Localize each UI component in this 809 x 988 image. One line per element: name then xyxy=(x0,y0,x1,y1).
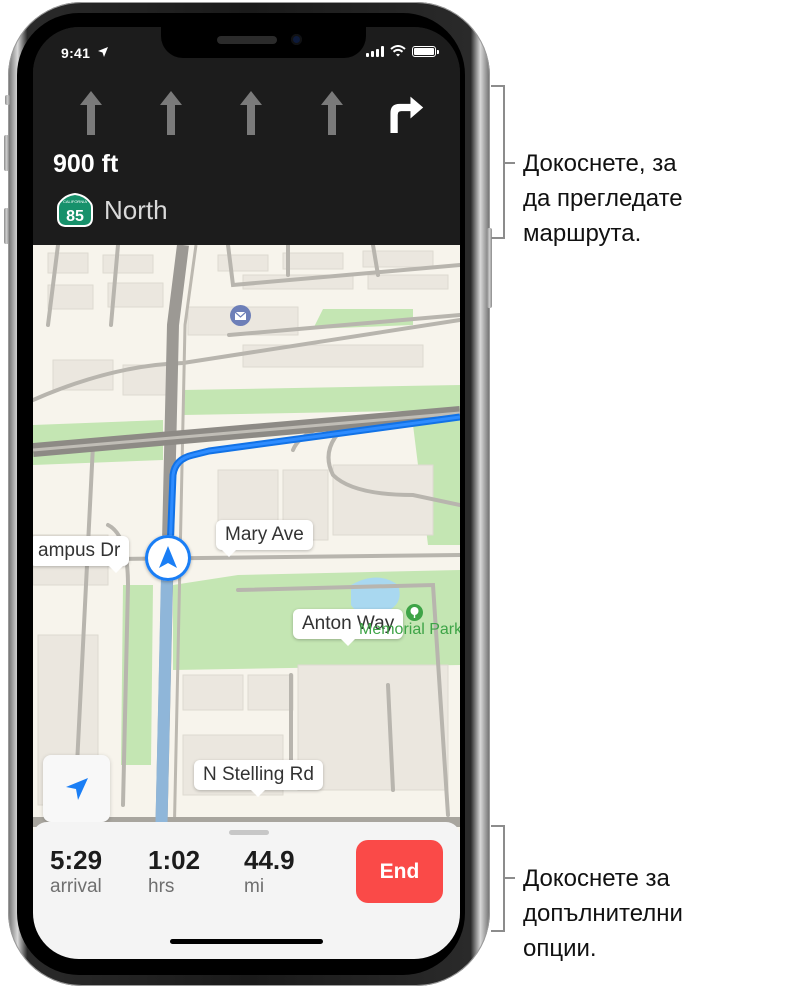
location-arrow-icon xyxy=(65,777,88,800)
distance-value: 44.9 xyxy=(244,845,295,875)
park-tree-icon[interactable] xyxy=(406,604,423,621)
status-indicators xyxy=(366,45,439,57)
battery-icon xyxy=(412,45,439,57)
annotation-line: Докоснете, за xyxy=(523,150,677,177)
bracket-top-tick xyxy=(505,162,515,164)
lane-straight-arrow-icon xyxy=(240,91,262,135)
arrival-time: 5:29 xyxy=(50,845,103,875)
location-arrow-icon xyxy=(98,47,108,57)
poi-label-memorial-park[interactable]: Memorial Park xyxy=(359,621,460,639)
mail-icon[interactable] xyxy=(230,305,251,326)
phone-screen: 900 ft CALIFORNIA 85 North ampus Dr Mary… xyxy=(33,27,460,959)
street-label-mary-ave: Mary Ave xyxy=(216,520,313,557)
route-traveled xyxy=(155,574,173,845)
track-location-button[interactable] xyxy=(43,755,110,822)
shield-number: 85 xyxy=(66,208,84,225)
duration-label: hrs xyxy=(148,876,175,897)
annotation-line: да прегледате xyxy=(523,185,683,212)
lane-straight-arrow-icon xyxy=(80,91,102,135)
annotation-line: маршрута. xyxy=(523,220,642,247)
end-route-button[interactable]: End xyxy=(356,840,443,903)
annotation-line: Докоснете за xyxy=(523,865,670,892)
card-grabber-handle[interactable] xyxy=(229,830,269,835)
cellular-signal-icon xyxy=(366,45,384,57)
annotation-line: допълнителни xyxy=(523,900,683,927)
wifi-icon xyxy=(390,45,406,57)
bracket-bottom-tick xyxy=(505,877,515,879)
highway-shield-icon: CALIFORNIA 85 xyxy=(57,193,93,227)
silent-switch xyxy=(5,95,10,105)
shield-state: CALIFORNIA xyxy=(63,199,87,204)
duration-value: 1:02 xyxy=(148,845,201,875)
status-bar: 9:41 xyxy=(33,27,460,71)
road-row: CALIFORNIA 85 North xyxy=(55,192,168,228)
arrival-label: arrival xyxy=(50,876,102,897)
turn-right-arrow-icon xyxy=(390,96,424,133)
distance-stat: 44.9 mi xyxy=(244,847,295,896)
volume-down-button xyxy=(4,208,9,244)
annotation-line: опции. xyxy=(523,935,597,962)
side-button xyxy=(487,228,492,308)
annotation-tap-for-more-options: Докоснете за допълнителни опции. xyxy=(523,861,683,966)
maneuver-distance: 900 ft xyxy=(53,150,119,178)
street-label-n-stelling-rd: N Stelling Rd xyxy=(194,760,323,797)
lane-straight-arrow-icon xyxy=(321,91,343,135)
status-time: 9:41 xyxy=(61,45,91,61)
bracket-bottom xyxy=(491,825,505,932)
bracket-top xyxy=(491,85,505,239)
lane-straight-arrow-icon xyxy=(160,91,182,135)
arrival-stat: 5:29 arrival xyxy=(50,847,102,896)
volume-up-button xyxy=(4,135,9,171)
navigation-arrow-icon xyxy=(159,546,177,568)
trip-info-card[interactable]: 5:29 arrival 1:02 hrs 44.9 mi End xyxy=(33,822,460,959)
home-indicator[interactable] xyxy=(170,939,323,944)
street-label-campus-dr: ampus Dr xyxy=(33,536,130,573)
user-location-marker xyxy=(145,535,191,581)
lane-guidance xyxy=(33,89,460,139)
duration-stat: 1:02 hrs xyxy=(148,847,200,896)
road-name: North xyxy=(104,194,168,225)
annotation-tap-to-view-route: Докоснете, за да прегледате маршрута. xyxy=(523,146,683,251)
distance-label: mi xyxy=(244,876,265,897)
